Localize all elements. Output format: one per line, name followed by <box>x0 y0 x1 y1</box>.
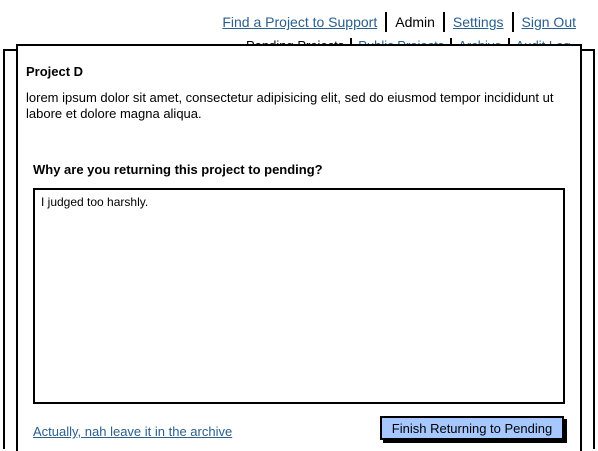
leave-in-archive-link[interactable]: Actually, nah leave it in the archive <box>33 424 232 439</box>
project-title: Project D <box>26 64 84 79</box>
sign-out-link[interactable]: Sign Out <box>514 14 584 30</box>
reason-textarea[interactable]: I judged too harshly. <box>33 188 565 404</box>
finish-returning-button[interactable]: Finish Returning to Pending <box>380 416 564 440</box>
settings-link[interactable]: Settings <box>445 14 512 30</box>
admin-label: Admin <box>395 14 435 30</box>
find-project-link[interactable]: Find a Project to Support <box>214 14 385 30</box>
reason-question-label: Why are you returning this project to pe… <box>33 162 323 177</box>
top-nav: Find a Project to Support Admin Settings… <box>214 12 584 32</box>
page: Find a Project to Support Admin Settings… <box>0 0 598 451</box>
return-to-pending-dialog: Project D lorem ipsum dolor sit amet, co… <box>16 44 582 451</box>
project-description: lorem ipsum dolor sit amet, consectetur … <box>26 90 554 121</box>
